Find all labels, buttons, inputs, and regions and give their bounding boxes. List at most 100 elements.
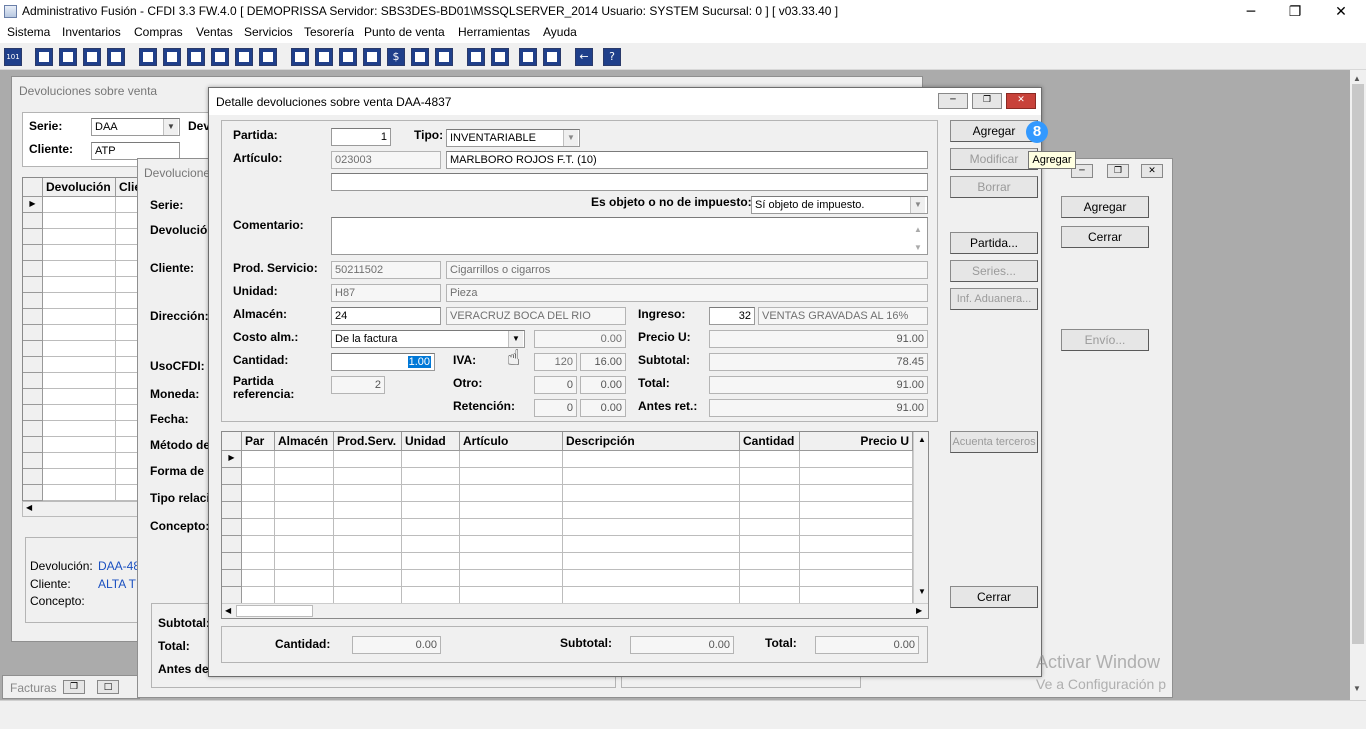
row-header[interactable] <box>23 389 43 405</box>
add-icon[interactable] <box>363 48 381 66</box>
grid-cell[interactable] <box>800 570 913 587</box>
grid-cell[interactable] <box>242 570 275 587</box>
w2-envio-button[interactable]: Envío... <box>1061 329 1149 351</box>
grid-scroll-right-icon[interactable]: ▶ <box>916 606 922 615</box>
grid-cell[interactable] <box>275 502 334 519</box>
grid-cell[interactable] <box>242 553 275 570</box>
comentario-scroll-down-icon[interactable]: ▼ <box>914 240 922 254</box>
prodserv-description[interactable]: Cigarrillos o cigarros <box>446 261 928 279</box>
menu-punto-de-venta[interactable]: Punto de venta <box>364 25 445 39</box>
grid-cell[interactable] <box>460 519 563 536</box>
unidad-code[interactable]: H87 <box>331 284 441 302</box>
grid-hscroll[interactable]: ◀ <box>22 501 142 517</box>
grid-cell[interactable] <box>800 536 913 553</box>
maximize-icon[interactable]: □ <box>97 680 119 694</box>
box-icon[interactable] <box>163 48 181 66</box>
grid-cell[interactable] <box>740 519 800 536</box>
retencion-rate[interactable]: 0 <box>534 399 577 417</box>
grid-cell[interactable] <box>460 468 563 485</box>
scroll-thumb[interactable] <box>1352 84 1364 644</box>
row-header[interactable] <box>23 229 43 245</box>
grid-cell[interactable] <box>275 519 334 536</box>
row-header[interactable] <box>222 468 242 485</box>
grid-cell[interactable] <box>43 277 116 293</box>
close-button[interactable]: ✕ <box>1318 0 1364 24</box>
grid-cell[interactable] <box>275 468 334 485</box>
ingreso-description[interactable]: VENTAS GRAVADAS AL 16% <box>758 307 928 325</box>
total-value[interactable]: 91.00 <box>709 376 928 394</box>
grid-cell[interactable] <box>563 570 740 587</box>
user-icon[interactable] <box>139 48 157 66</box>
cantidad-input[interactable]: 1.00 <box>331 353 435 371</box>
otro-rate[interactable]: 0 <box>534 376 577 394</box>
detalle-minimize-icon[interactable]: ─ <box>938 93 968 109</box>
document-icon[interactable] <box>235 48 253 66</box>
grid-scroll-left-icon[interactable]: ◀ <box>225 606 231 615</box>
transfer-icon[interactable] <box>83 48 101 66</box>
grid-cell[interactable] <box>402 451 460 468</box>
col-header-articulo[interactable]: Artículo <box>460 432 563 451</box>
partida-input[interactable]: 1 <box>331 128 391 146</box>
precio-u-value[interactable]: 91.00 <box>709 330 928 348</box>
col-header-prodserv[interactable]: Prod.Serv. <box>334 432 402 451</box>
binoculars-icon[interactable] <box>291 48 309 66</box>
antes-ret-value[interactable]: 91.00 <box>709 399 928 417</box>
grid-cell[interactable] <box>43 453 116 469</box>
row-header[interactable] <box>222 502 242 519</box>
iva-rate[interactable]: 120 <box>534 353 577 371</box>
grid-cell[interactable] <box>563 587 740 604</box>
menu-tesoreria[interactable]: Tesorería <box>304 25 354 39</box>
col-header-almacen[interactable]: Almacén <box>275 432 334 451</box>
window-restore-icon[interactable]: ❐ <box>1107 164 1129 178</box>
chevron-down-icon[interactable]: ▼ <box>163 119 178 135</box>
grid-cell[interactable] <box>402 553 460 570</box>
tipo-select[interactable]: INVENTARIABLE <box>446 129 580 147</box>
grid-cell[interactable] <box>460 536 563 553</box>
retencion-amount[interactable]: 0.00 <box>580 399 626 417</box>
grid-cell[interactable] <box>563 553 740 570</box>
comentario-textarea[interactable]: ▲ ▼ <box>331 217 928 255</box>
grid-cell[interactable] <box>242 536 275 553</box>
grid-header-devolucion[interactable]: Devolución <box>43 178 116 197</box>
grid-cell[interactable] <box>334 536 402 553</box>
objeto-impuesto-select[interactable]: Sí objeto de impuesto. <box>751 196 928 214</box>
partidas-grid[interactable]: Par Almacén Prod.Serv. Unidad Artículo D… <box>221 431 929 619</box>
subtotal-value[interactable]: 78.45 <box>709 353 928 371</box>
grid-cell[interactable] <box>275 553 334 570</box>
grid-cell[interactable] <box>460 451 563 468</box>
w2-agregar-button[interactable]: Agregar <box>1061 196 1149 218</box>
grid-cell[interactable] <box>43 341 116 357</box>
grid-cell[interactable] <box>334 587 402 604</box>
restore-icon[interactable]: ❐ <box>63 680 85 694</box>
menu-ayuda[interactable]: Ayuda <box>543 25 577 39</box>
printer-icon[interactable] <box>211 48 229 66</box>
inf-aduanera-button[interactable]: Inf. Aduanera... <box>950 288 1038 310</box>
grid-cell[interactable] <box>43 485 116 501</box>
prodserv-code[interactable]: 50211502 <box>331 261 441 279</box>
row-header[interactable]: ▶ <box>23 197 43 213</box>
articulo-description[interactable]: MARLBORO ROJOS F.T. (10) <box>446 151 928 169</box>
grid-cell[interactable] <box>43 261 116 277</box>
row-header[interactable] <box>23 357 43 373</box>
row-header[interactable] <box>23 261 43 277</box>
acuenta-terceros-button[interactable]: Acuenta terceros <box>950 431 1038 453</box>
grid-cell[interactable] <box>242 485 275 502</box>
grid-cell[interactable] <box>402 570 460 587</box>
print-icon[interactable] <box>59 48 77 66</box>
grid-cell[interactable] <box>242 451 275 468</box>
grid-cell[interactable] <box>460 587 563 604</box>
grid-cell[interactable] <box>800 468 913 485</box>
row-header[interactable] <box>222 587 242 604</box>
undo-icon[interactable] <box>543 48 561 66</box>
grid-cell[interactable] <box>740 451 800 468</box>
col-header-descripcion[interactable]: Descripción <box>563 432 740 451</box>
menu-inventarios[interactable]: Inventarios <box>62 25 121 39</box>
grid-cell[interactable] <box>740 468 800 485</box>
export-icon[interactable] <box>339 48 357 66</box>
comentario-scroll-up-icon[interactable]: ▲ <box>914 222 922 238</box>
grid-cell[interactable] <box>242 587 275 604</box>
grid-cell[interactable] <box>43 213 116 229</box>
grid-cell[interactable] <box>43 437 116 453</box>
cerrar-button[interactable]: Cerrar <box>950 586 1038 608</box>
scroll-down-icon[interactable]: ▼ <box>1353 684 1361 693</box>
